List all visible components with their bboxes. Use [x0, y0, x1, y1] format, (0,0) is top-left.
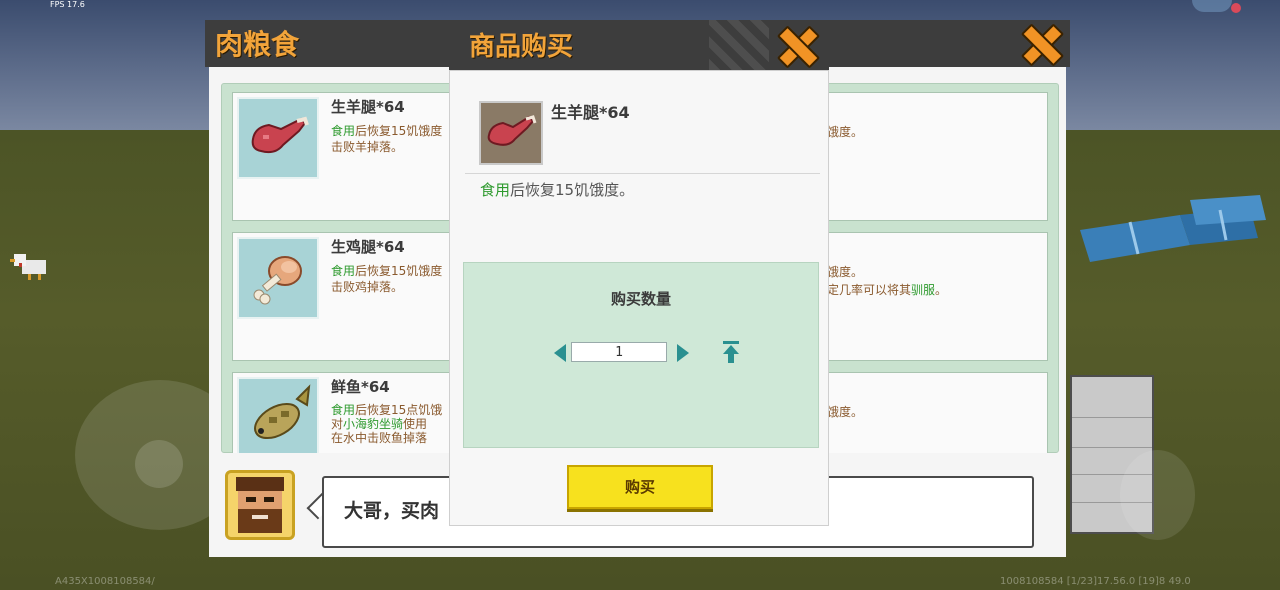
item-name: 生鸡腿*64: [331, 238, 405, 256]
close-icon[interactable]: [1017, 20, 1065, 67]
item-description: 食用后恢复15饥饿度 击败鸡掉落。: [331, 264, 443, 294]
item-description: 食用后恢复15饥饿度 击败羊掉落。: [331, 124, 443, 154]
dialog-text: 大哥，买肉: [344, 500, 440, 522]
purchase-item-description: 食用后恢复15饥饿度。: [480, 181, 635, 199]
purchase-item-name: 生羊腿*64: [551, 103, 630, 122]
purchase-header: 商品购买: [449, 20, 829, 70]
divider: [465, 173, 820, 174]
lamb-leg-icon: [237, 97, 319, 179]
purchase-body: 生羊腿*64 食用后恢复15饥饿度。 购买数量 购买: [449, 70, 829, 526]
coords-right: 1008108584 [1/23]17.56.0 [19]8 49.0: [1000, 576, 1191, 587]
record-dot-icon: [1231, 3, 1241, 13]
quantity-label: 购买数量: [610, 290, 671, 308]
shop-title: 肉粮食: [215, 28, 300, 61]
npc-portrait: [225, 470, 295, 540]
item-name: 鲜鱼*64: [331, 378, 390, 396]
chicken-mob: [10, 254, 46, 280]
item-name: 生羊腿*64: [331, 98, 405, 116]
purchase-title: 商品购买: [469, 32, 574, 62]
increase-arrow-icon[interactable]: [677, 344, 689, 362]
chicken-leg-icon: [237, 237, 319, 319]
fps-counter: FPS 17.6: [50, 0, 85, 9]
status-indicator: [1192, 0, 1232, 12]
lamb-leg-icon: [479, 101, 543, 165]
buy-button[interactable]: 购买: [567, 465, 713, 509]
joystick-knob[interactable]: [135, 440, 183, 488]
item-description-right: 饥饿度。 一定几率可以将其驯服。 。: [815, 265, 948, 315]
quantity-input[interactable]: [571, 342, 667, 362]
fish-icon: [237, 377, 319, 453]
close-icon[interactable]: [773, 22, 821, 69]
max-quantity-icon[interactable]: [722, 341, 740, 363]
coords-left: A435X1008108584/: [55, 576, 155, 587]
purchase-dialog: 商品购买 生羊腿*64 食用后恢复15饥饿度。 购买数量 购买: [449, 20, 829, 526]
action-button[interactable]: [1120, 450, 1195, 540]
item-description: 食用后恢复15点饥饿 对小海豹坐骑使用 在水中击败鱼掉落: [331, 403, 443, 445]
decrease-arrow-icon[interactable]: [554, 344, 566, 362]
quantity-panel: 购买数量: [463, 262, 819, 448]
blue-blocks: [1080, 195, 1266, 262]
